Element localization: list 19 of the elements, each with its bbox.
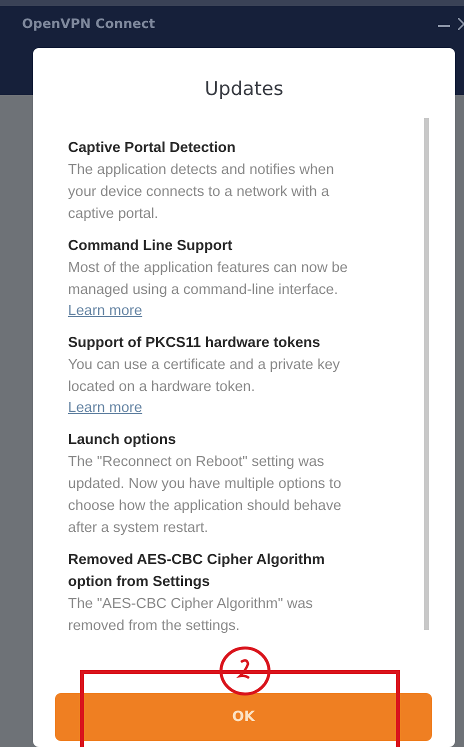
ok-button[interactable]: OK xyxy=(55,693,432,741)
close-icon[interactable] xyxy=(458,18,464,30)
learn-more-link[interactable]: Learn more xyxy=(68,398,142,419)
dialog-title: Updates xyxy=(204,78,284,102)
section-text: The "AES-CBC Cipher Algorithm" was removed from the settings. xyxy=(68,595,314,636)
section-heading: Launch options xyxy=(68,431,177,450)
section-heading: Command Line Support xyxy=(68,237,234,256)
section-heading: Support of PKCS11 hardware tokens xyxy=(68,334,322,353)
window-title: OpenVPN Connect xyxy=(22,17,156,32)
section-text: The "Reconnect on Reboot" setting was updated. Now you have multiple options to choose how the application should behave after a system restart. xyxy=(68,453,342,538)
scrollbar[interactable] xyxy=(424,118,429,630)
annotation-circle xyxy=(219,646,271,696)
section-text: You can use a certificate and a private key located on a hardware token. xyxy=(68,356,341,397)
section-text: The application detects and notifies when your device connects to a network with a captive portal. xyxy=(68,161,336,224)
section-heading: Captive Portal Detection xyxy=(68,139,237,158)
section-heading: Removed AES-CBC Cipher Algorithm option from Settings xyxy=(68,551,326,592)
minimize-icon[interactable] xyxy=(438,24,450,28)
section-text: Most of the application features can now be managed using a command-line interface. xyxy=(68,259,349,300)
learn-more-link[interactable]: Learn more xyxy=(68,301,142,322)
